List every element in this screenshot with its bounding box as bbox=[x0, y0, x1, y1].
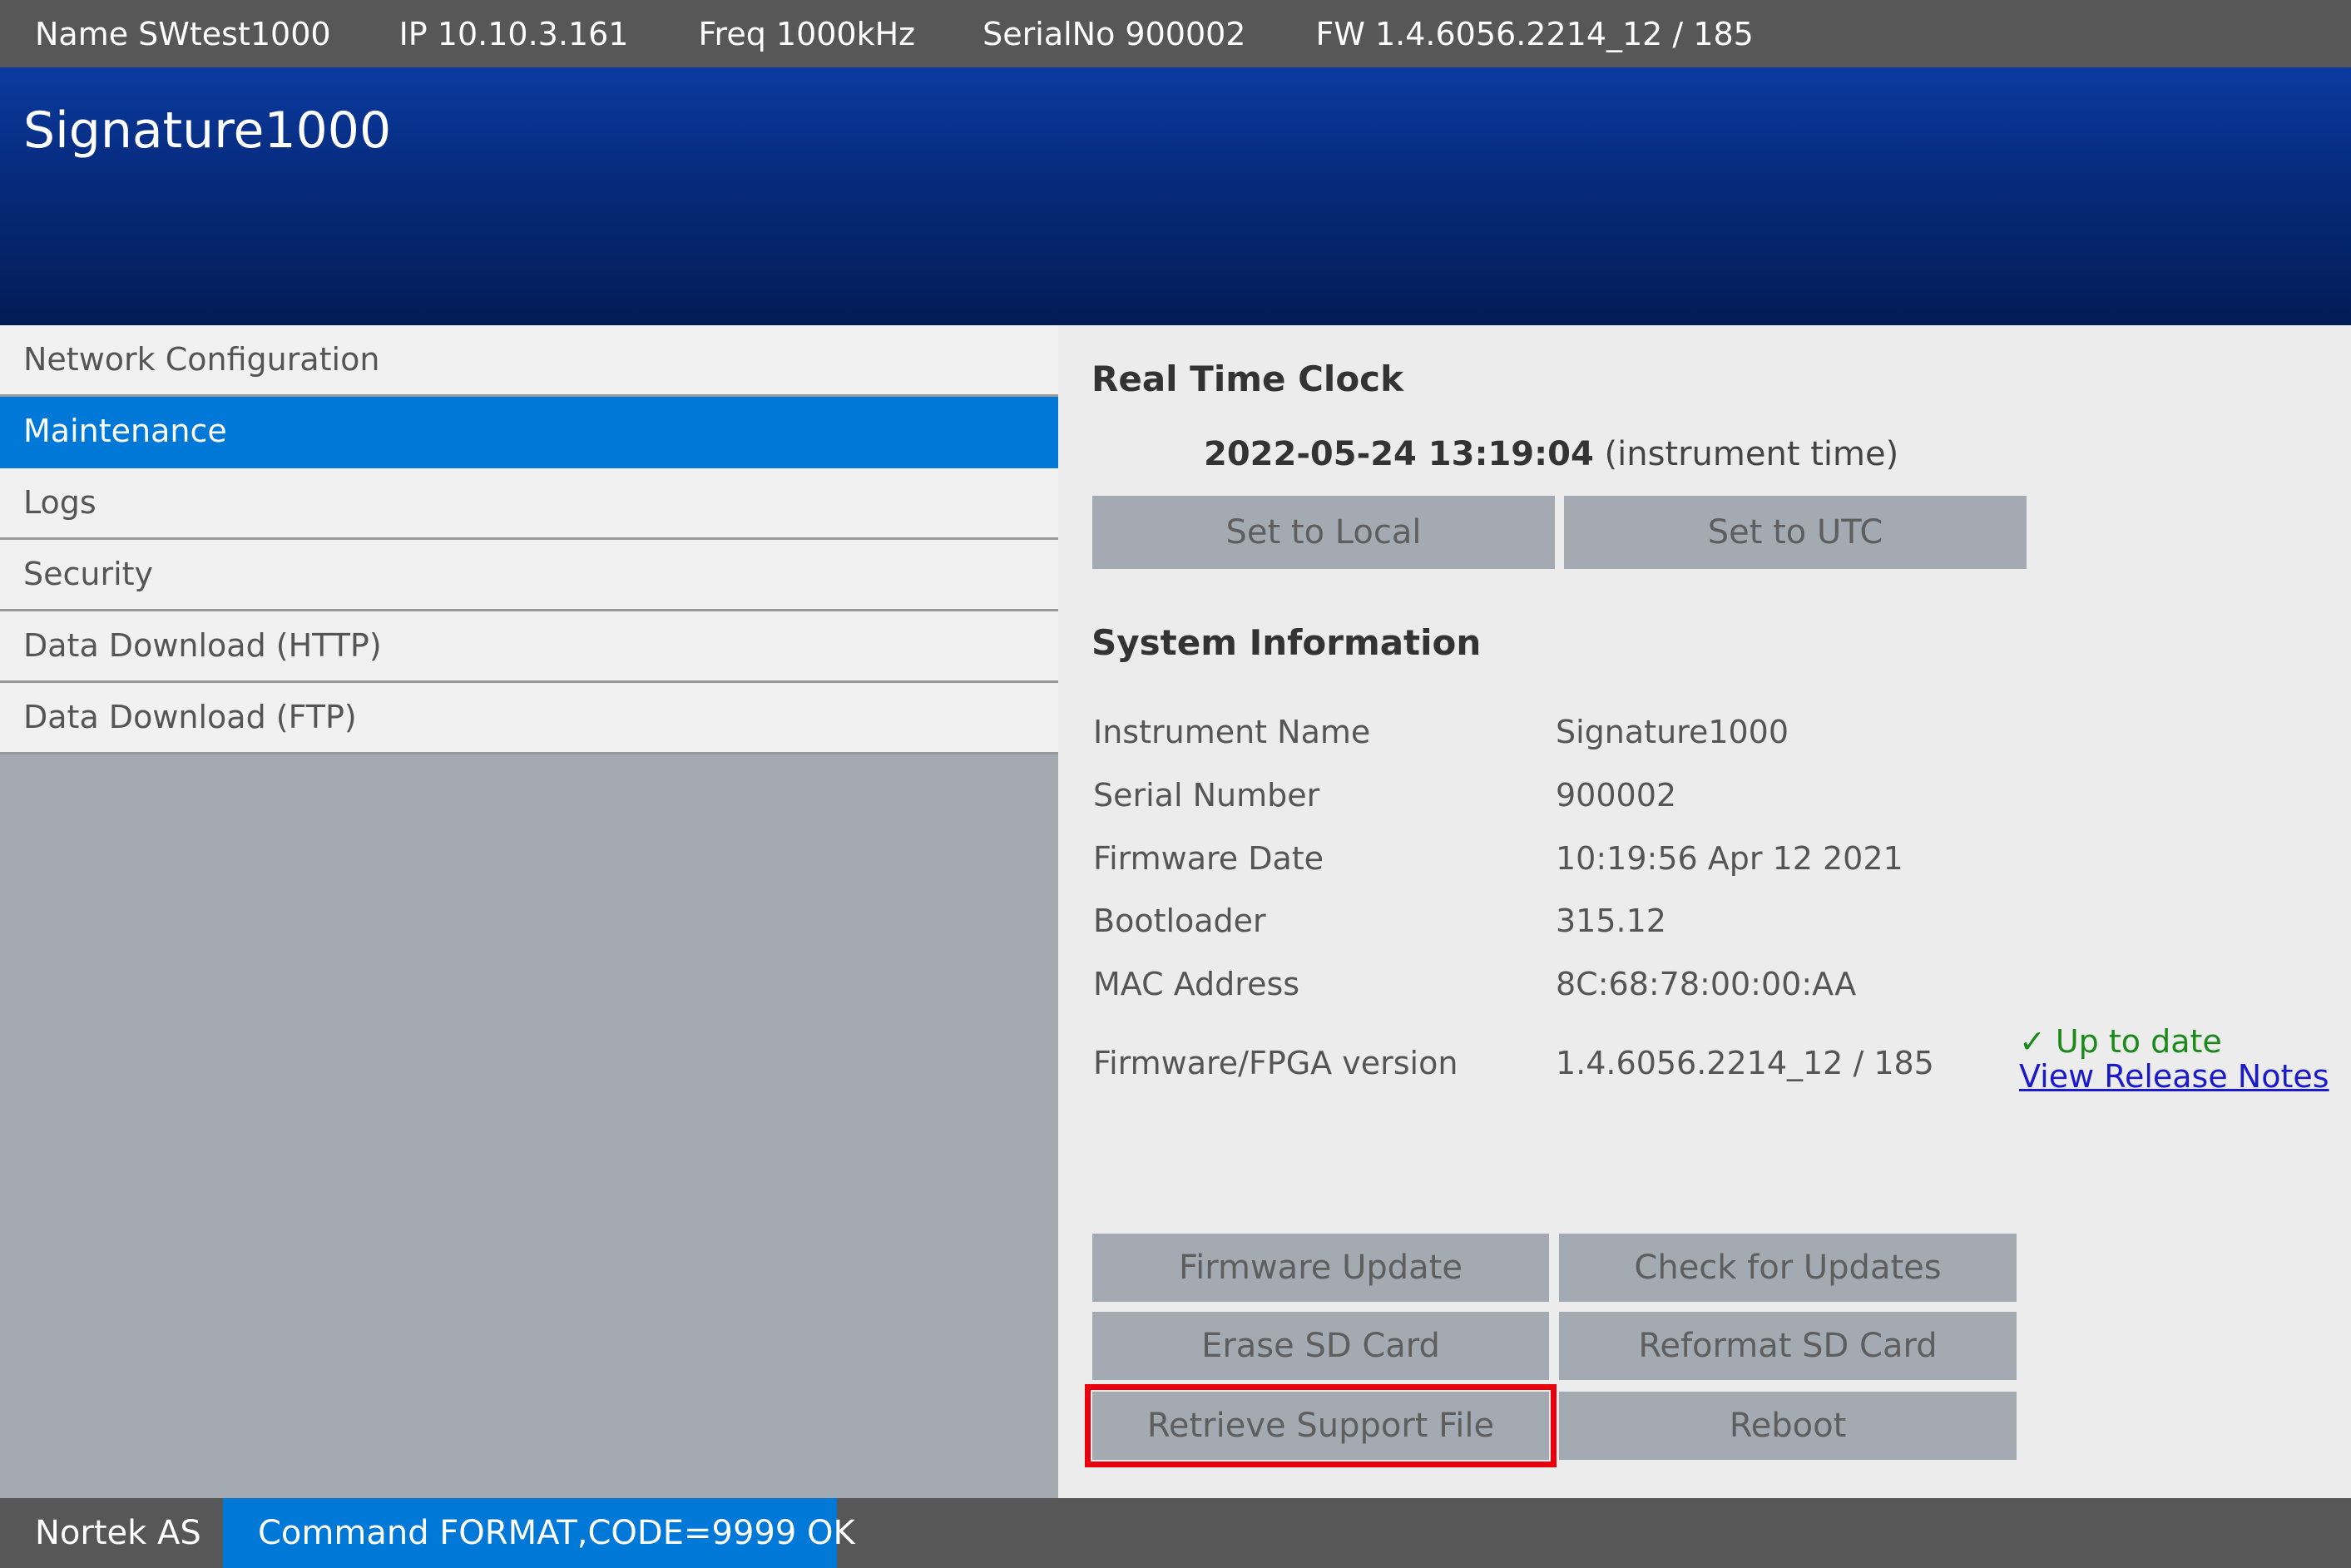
frequency-label: Freq 1000kHz bbox=[698, 15, 916, 52]
update-status-text: Up to date bbox=[2055, 1023, 2222, 1060]
reformat-sd-card-button[interactable]: Reformat SD Card bbox=[1559, 1312, 2017, 1380]
firmware-fpga-version-label: Firmware/FPGA version bbox=[1093, 1045, 1458, 1081]
firmware-update-button[interactable]: Firmware Update bbox=[1092, 1234, 1549, 1302]
mac-address-value: 8C:68:78:00:00:AA bbox=[1556, 966, 1857, 1002]
ip-address-label: IP 10.10.3.161 bbox=[398, 15, 629, 52]
rtc-section-title: Real Time Clock bbox=[1091, 359, 1404, 399]
serial-number-row-label: Serial Number bbox=[1093, 777, 1320, 814]
mac-address-label: MAC Address bbox=[1093, 966, 1300, 1002]
sidebar-item-network-configuration[interactable]: Network Configuration bbox=[0, 325, 1058, 397]
bootloader-label: Bootloader bbox=[1093, 903, 1266, 939]
checkmark-icon: ✓ bbox=[2019, 1023, 2046, 1060]
retrieve-support-file-button[interactable]: Retrieve Support File bbox=[1085, 1384, 1557, 1467]
firmware-label: FW 1.4.6056.2214_12 / 185 bbox=[1315, 15, 1754, 52]
top-info-bar: Name SWtest1000 IP 10.10.3.161 Freq 1000… bbox=[0, 0, 2351, 67]
instrument-name-label: Instrument Name bbox=[1093, 714, 1371, 750]
instrument-name-value: Signature1000 bbox=[1556, 714, 1789, 750]
view-release-notes-link[interactable]: View Release Notes bbox=[2019, 1057, 2329, 1096]
app-header: Signature1000 bbox=[0, 67, 2351, 325]
sidebar-item-logs[interactable]: Logs bbox=[0, 468, 1058, 540]
sidebar-item-maintenance[interactable]: Maintenance bbox=[0, 397, 1058, 468]
firmware-date-value: 10:19:56 Apr 12 2021 bbox=[1556, 840, 1903, 877]
company-label: Nortek AS bbox=[35, 1514, 201, 1552]
sidebar-item-security[interactable]: Security bbox=[0, 540, 1058, 611]
status-bar: Nortek AS Command FORMAT,CODE=9999 OK bbox=[0, 1498, 2351, 1568]
instrument-datetime: 2022-05-24 13:19:04 bbox=[1204, 435, 1594, 473]
update-status: ✓ Up to date bbox=[2019, 1022, 2222, 1061]
sidebar-item-data-download-http[interactable]: Data Download (HTTP) bbox=[0, 611, 1058, 683]
device-name-label: Name SWtest1000 bbox=[35, 15, 331, 52]
sysinfo-section-title: System Information bbox=[1091, 622, 1482, 663]
check-for-updates-button[interactable]: Check for Updates bbox=[1559, 1234, 2017, 1302]
page-title: Signature1000 bbox=[23, 101, 392, 160]
main-content: Real Time Clock 2022-05-24 13:19:04 (ins… bbox=[1058, 325, 2351, 1498]
firmware-fpga-version-value: 1.4.6056.2214_12 / 185 bbox=[1556, 1045, 1934, 1081]
set-to-utc-button[interactable]: Set to UTC bbox=[1564, 496, 2027, 569]
serial-number-value: 900002 bbox=[1556, 777, 1677, 814]
instrument-time-suffix: (instrument time) bbox=[1604, 435, 1899, 473]
erase-sd-card-button[interactable]: Erase SD Card bbox=[1092, 1312, 1549, 1380]
set-to-local-button[interactable]: Set to Local bbox=[1092, 496, 1555, 569]
instrument-time: 2022-05-24 13:19:04 (instrument time) bbox=[1204, 435, 1898, 473]
sidebar: Network Configuration Maintenance Logs S… bbox=[0, 325, 1058, 1498]
command-status-badge: Command FORMAT,CODE=9999 OK bbox=[223, 1498, 855, 1568]
bootloader-value: 315.12 bbox=[1556, 903, 1666, 939]
sidebar-item-data-download-ftp[interactable]: Data Download (FTP) bbox=[0, 683, 1058, 754]
firmware-date-label: Firmware Date bbox=[1093, 840, 1324, 877]
serial-number-label: SerialNo 900002 bbox=[982, 15, 1246, 52]
reboot-button[interactable]: Reboot bbox=[1559, 1392, 2017, 1460]
